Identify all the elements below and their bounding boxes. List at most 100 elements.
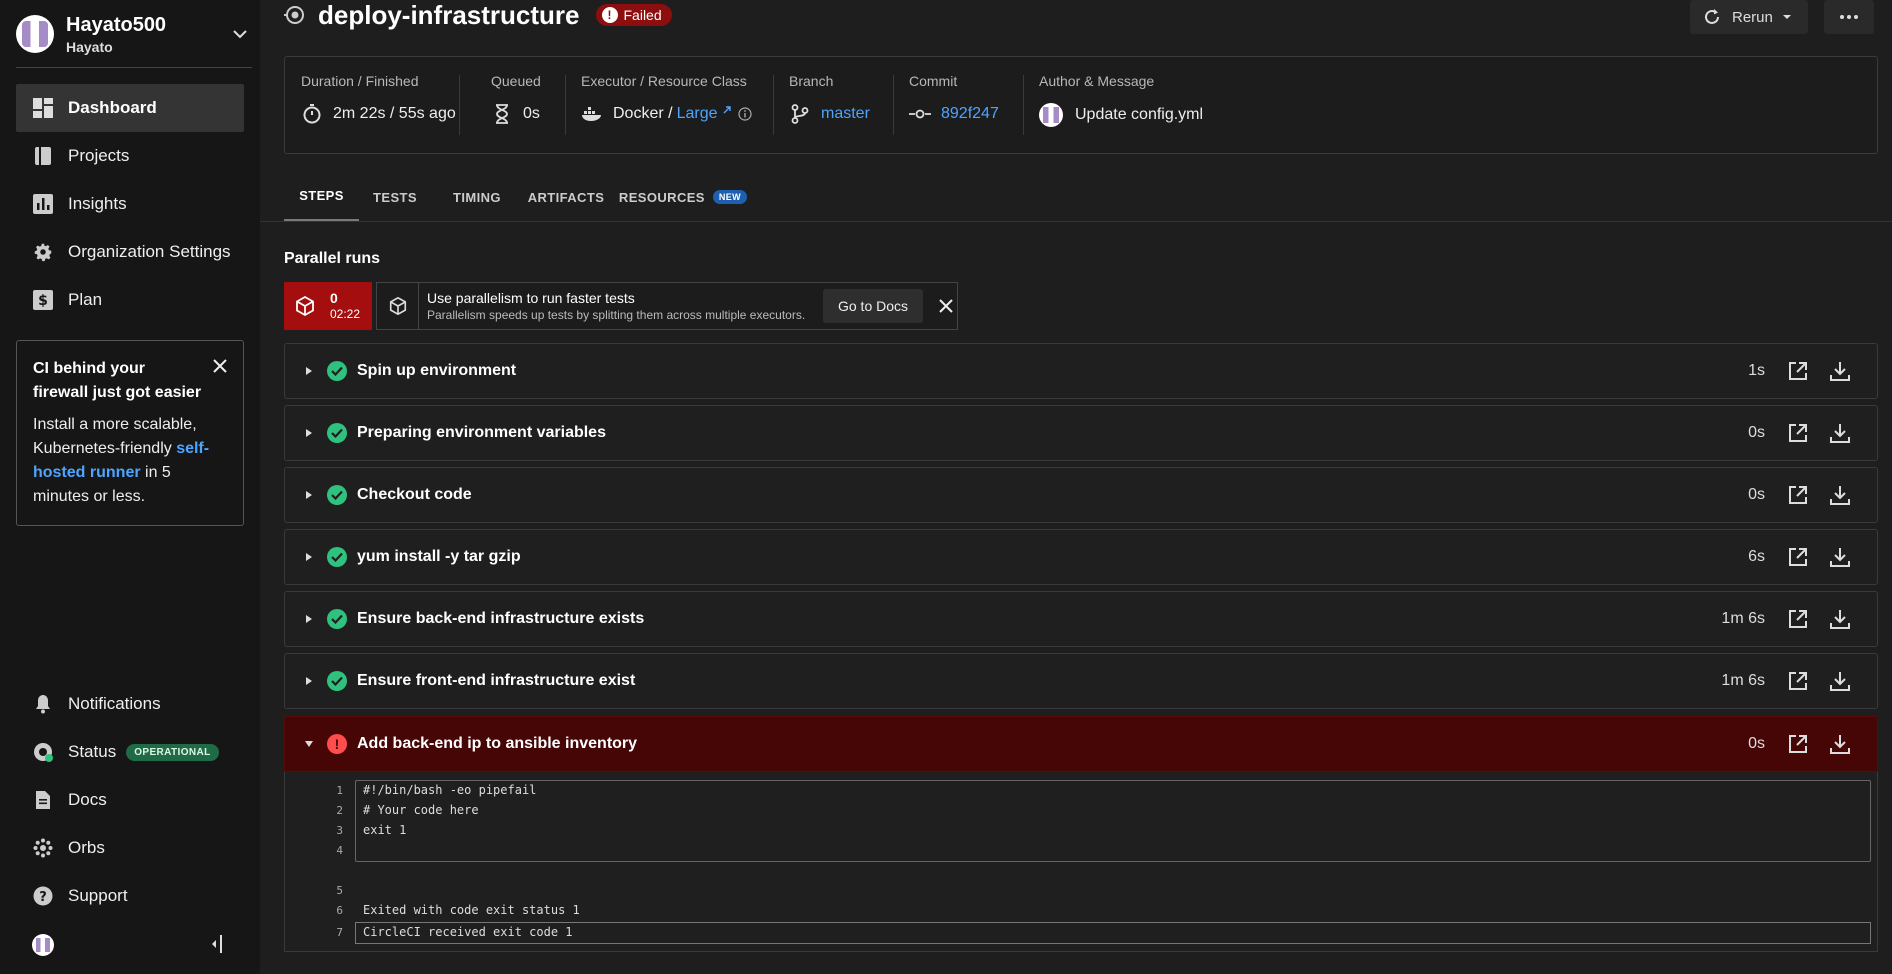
- line-number: 3: [336, 824, 343, 837]
- step-row-failed[interactable]: ! Add back-end ip to ansible inventory 0…: [284, 716, 1878, 772]
- step-duration: 0s: [1748, 486, 1765, 503]
- author-cell: Author & Message Update config.yml: [1039, 73, 1203, 127]
- collapse-sidebar-icon[interactable]: [206, 932, 228, 956]
- divider: [565, 75, 566, 135]
- queued-cell: Queued 0s: [491, 73, 541, 125]
- rerun-button[interactable]: Rerun: [1690, 0, 1808, 34]
- status-icon: [32, 741, 54, 763]
- commit-link[interactable]: 892f247: [941, 105, 999, 123]
- queued-label: Queued: [491, 73, 541, 89]
- caret-right-icon[interactable]: [303, 365, 315, 377]
- go-to-docs-button[interactable]: Go to Docs: [823, 289, 923, 323]
- executor-cell: Executor / Resource Class Docker / Large: [581, 73, 752, 125]
- divider: [773, 75, 774, 135]
- step-log-output: 1 2 3 4 5 6 7 #!/bin/bash -eo pipefail #…: [284, 772, 1878, 952]
- caret-right-icon[interactable]: [303, 427, 315, 439]
- status-badge: ! Failed: [595, 4, 672, 26]
- step-row[interactable]: Checkout code 0s: [284, 467, 1878, 523]
- duration-label: Duration / Finished: [301, 73, 419, 89]
- nav-support[interactable]: ? Support: [32, 880, 128, 912]
- open-external-icon[interactable]: [1787, 608, 1809, 630]
- success-icon: [327, 423, 347, 443]
- nav-docs[interactable]: Docs: [32, 784, 107, 816]
- parallel-run-0[interactable]: 0 02:22: [284, 282, 372, 330]
- author-label: Author & Message: [1039, 73, 1155, 89]
- refresh-icon: [1705, 9, 1719, 24]
- open-external-icon[interactable]: [1787, 733, 1809, 755]
- open-external-icon[interactable]: [1787, 546, 1809, 568]
- code-line: #!/bin/bash -eo pipefail: [363, 783, 537, 797]
- promo-text: Install a more scalable, Kubernetes-frie…: [33, 416, 197, 457]
- caret-right-icon[interactable]: [303, 489, 315, 501]
- branch-link[interactable]: master: [821, 105, 870, 123]
- download-icon[interactable]: [1829, 484, 1851, 506]
- queued-value: 0s: [523, 105, 540, 122]
- tab-artifacts[interactable]: ARTIFACTS: [519, 172, 613, 222]
- org-switcher[interactable]: Hayato500 Hayato: [16, 8, 252, 60]
- divider: [1023, 75, 1024, 135]
- step-duration: 0s: [1748, 735, 1765, 752]
- book-icon: [32, 145, 54, 167]
- success-icon: [327, 485, 347, 505]
- tab-timing[interactable]: TIMING: [435, 172, 519, 222]
- download-icon[interactable]: [1829, 422, 1851, 444]
- step-name: Spin up environment: [357, 362, 517, 379]
- info-icon[interactable]: [737, 107, 752, 121]
- chevron-down-icon[interactable]: [228, 22, 252, 46]
- caret-right-icon[interactable]: [303, 613, 315, 625]
- page-header: deploy-infrastructure ! Failed: [284, 0, 672, 30]
- tab-steps[interactable]: STEPS: [284, 172, 359, 222]
- divider: [893, 75, 894, 135]
- org-name: Hayato500: [66, 13, 167, 36]
- dollar-icon: $: [32, 289, 54, 311]
- download-icon[interactable]: [1829, 670, 1851, 692]
- nav-notifications[interactable]: Notifications: [32, 688, 161, 720]
- step-name: Ensure back-end infrastructure exists: [357, 610, 645, 627]
- nav-dashboard[interactable]: Dashboard: [16, 84, 244, 132]
- nav-insights[interactable]: Insights: [16, 180, 244, 228]
- step-row[interactable]: Preparing environment variables 0s: [284, 405, 1878, 461]
- dashboard-icon: [32, 97, 54, 119]
- resource-class-link[interactable]: Large: [677, 105, 718, 123]
- download-icon[interactable]: [1829, 608, 1851, 630]
- step-row[interactable]: yum install -y tar gzip 6s: [284, 529, 1878, 585]
- divider: [459, 75, 460, 135]
- caret-right-icon[interactable]: [303, 675, 315, 687]
- close-icon[interactable]: [211, 357, 229, 375]
- tip-body: Parallelism speeds up tests by splitting…: [427, 308, 806, 322]
- caret-down-icon[interactable]: [303, 738, 315, 750]
- download-icon[interactable]: [1829, 733, 1851, 755]
- nav-plan[interactable]: $ Plan: [16, 276, 244, 324]
- open-external-icon[interactable]: [1787, 422, 1809, 444]
- nav-status[interactable]: Status OPERATIONAL: [32, 736, 219, 768]
- download-icon[interactable]: [1829, 360, 1851, 382]
- step-row[interactable]: Ensure front-end infrastructure exist 1m…: [284, 653, 1878, 709]
- tab-resources[interactable]: RESOURCES NEW: [613, 172, 753, 222]
- step-row[interactable]: Ensure back-end infrastructure exists 1m…: [284, 591, 1878, 647]
- nav-organization-settings[interactable]: Organization Settings: [16, 228, 244, 276]
- nav-label: Organization Settings: [68, 242, 231, 261]
- step-duration: 1m 6s: [1721, 610, 1765, 627]
- open-external-icon[interactable]: [1787, 484, 1809, 506]
- branch-cell: Branch master: [789, 73, 870, 125]
- run-index: 0: [330, 290, 338, 306]
- close-icon[interactable]: [937, 297, 955, 315]
- divider: [16, 67, 252, 68]
- step-row[interactable]: Spin up environment 1s: [284, 343, 1878, 399]
- user-avatar[interactable]: [32, 934, 54, 956]
- more-options-button[interactable]: [1824, 0, 1874, 34]
- sidebar: Hayato500 Hayato Dashboard Projects Insi…: [0, 0, 260, 974]
- nav-projects[interactable]: Projects: [16, 132, 244, 180]
- open-external-icon[interactable]: [1787, 360, 1809, 382]
- nav-label: Insights: [68, 194, 127, 213]
- download-icon[interactable]: [1829, 546, 1851, 568]
- orb-icon: [32, 837, 54, 859]
- success-icon: [327, 609, 347, 629]
- caret-right-icon[interactable]: [303, 551, 315, 563]
- nav-orbs[interactable]: Orbs: [32, 832, 105, 864]
- tab-tests[interactable]: TESTS: [355, 172, 435, 222]
- step-duration: 1m 6s: [1721, 672, 1765, 689]
- open-external-icon[interactable]: [1787, 670, 1809, 692]
- step-name: Add back-end ip to ansible inventory: [357, 735, 638, 752]
- received-exit-line: CircleCI received exit code 1: [363, 925, 573, 939]
